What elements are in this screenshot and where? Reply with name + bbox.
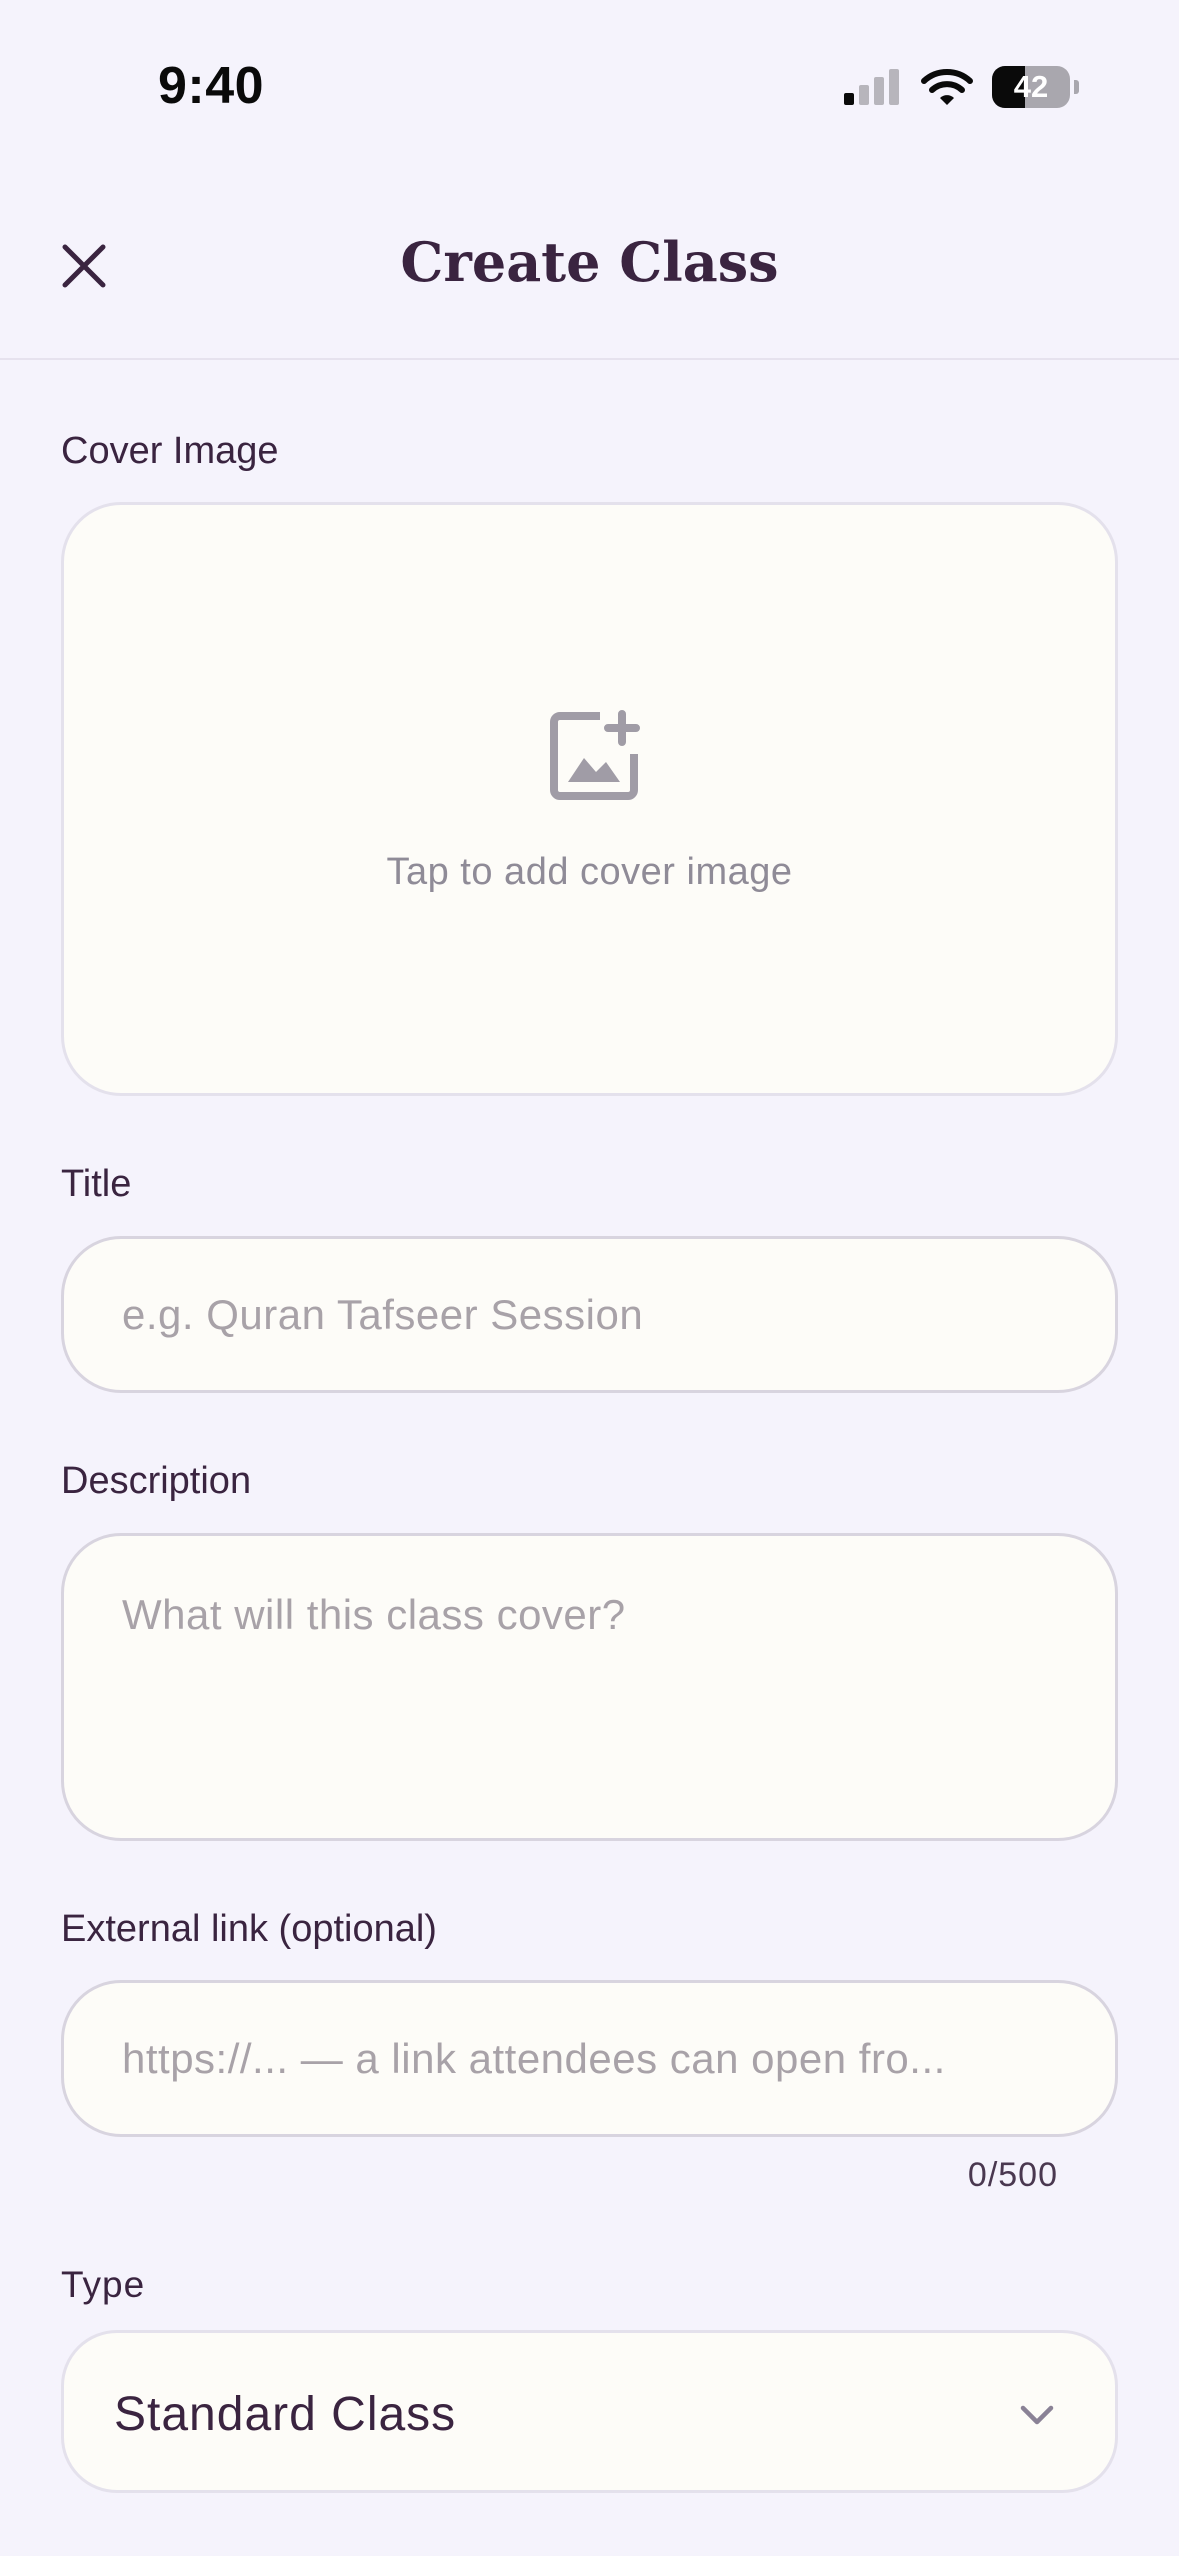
character-counter: 0/500 — [967, 2156, 1058, 2194]
cover-image-upload[interactable]: Tap to add cover image — [61, 502, 1118, 1096]
external-link-input[interactable] — [61, 1980, 1118, 2137]
cellular-signal-icon — [844, 69, 899, 105]
type-selected-value: Standard Class — [114, 2388, 457, 2441]
description-label: Description — [61, 1460, 252, 1502]
status-bar: 9:40 42 — [0, 0, 1179, 170]
page-title: Create Class — [400, 230, 779, 294]
type-select[interactable]: Standard Class — [61, 2330, 1118, 2493]
nav-header: Create Class — [0, 170, 1179, 360]
description-input[interactable] — [61, 1533, 1118, 1841]
chevron-down-icon — [1020, 2405, 1054, 2425]
battery-level: 42 — [1013, 69, 1049, 104]
status-icons: 42 — [844, 64, 1079, 110]
add-image-icon — [550, 710, 640, 800]
title-input[interactable] — [61, 1236, 1118, 1393]
battery-cap — [1074, 80, 1079, 94]
cover-image-label: Cover Image — [61, 430, 279, 472]
type-label: Type — [61, 2264, 146, 2305]
status-time: 9:40 — [158, 57, 265, 115]
title-label: Title — [61, 1163, 132, 1205]
wifi-icon — [921, 69, 973, 105]
battery-icon: 42 — [992, 66, 1070, 108]
cover-image-hint: Tap to add cover image — [386, 851, 793, 893]
external-link-label: External link (optional) — [61, 1908, 437, 1950]
